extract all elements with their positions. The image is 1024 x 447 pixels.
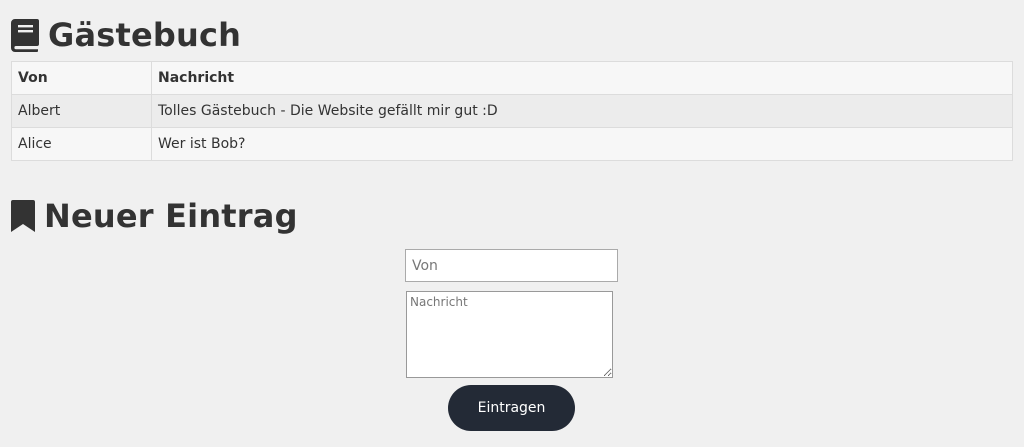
- table-row: Albert Tolles Gästebuch - Die Website ge…: [11, 94, 1013, 128]
- book-icon: [11, 18, 39, 52]
- message-textarea[interactable]: [406, 291, 613, 378]
- table-header-row: Von Nachricht: [11, 61, 1013, 95]
- entry-from: Albert: [11, 94, 152, 128]
- entry-message: Tolles Gästebuch - Die Website gefällt m…: [151, 94, 1013, 128]
- new-entry-heading: Neuer Eintrag: [11, 193, 298, 239]
- table-row: Alice Wer ist Bob?: [11, 127, 1013, 161]
- guestbook-table: Von Nachricht Albert Tolles Gästebuch - …: [11, 61, 1013, 161]
- guestbook-heading: Gästebuch: [11, 12, 241, 58]
- guestbook-title: Gästebuch: [48, 16, 242, 54]
- column-header-von: Von: [11, 61, 152, 95]
- submit-button[interactable]: Eintragen: [448, 385, 575, 431]
- bookmark-icon: [11, 200, 35, 232]
- guestbook-page: Gästebuch Von Nachricht Albert Tolles Gä…: [0, 0, 1024, 447]
- entry-from: Alice: [11, 127, 152, 161]
- entry-message: Wer ist Bob?: [151, 127, 1013, 161]
- from-input[interactable]: [405, 249, 618, 282]
- new-entry-title: Neuer Eintrag: [44, 197, 298, 235]
- column-header-nachricht: Nachricht: [151, 61, 1013, 95]
